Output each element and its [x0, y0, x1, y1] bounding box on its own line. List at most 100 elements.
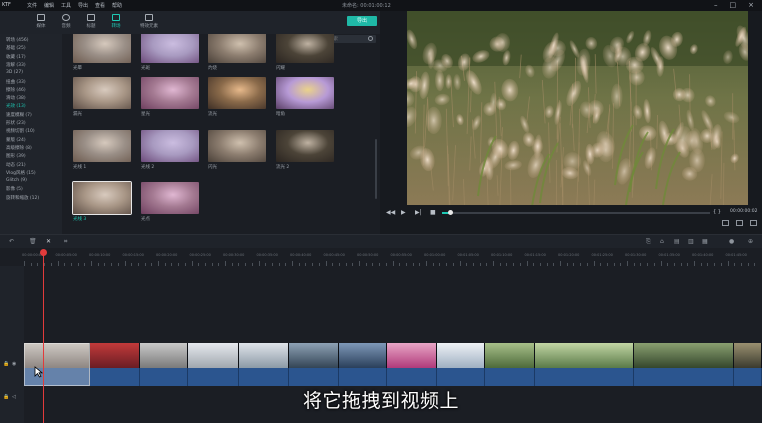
video-clip[interactable]: [734, 343, 762, 368]
category-item[interactable]: 擦除 (46): [6, 87, 26, 93]
minimize-icon[interactable]: –: [714, 1, 718, 9]
tab-audio[interactable]: 音频: [55, 12, 77, 33]
audio-clip[interactable]: [188, 368, 239, 386]
category-item[interactable]: 基础 (25): [6, 45, 26, 51]
category-item[interactable]: 动态 (21): [6, 162, 26, 168]
transition-thumbnail[interactable]: [141, 34, 199, 63]
video-clip[interactable]: [90, 343, 140, 368]
audio-clip[interactable]: [535, 368, 634, 386]
category-item[interactable]: 滑动 (38): [6, 95, 26, 101]
maximize-icon[interactable]: □: [730, 1, 737, 9]
split-icon[interactable]: ▤: [674, 238, 680, 245]
category-item[interactable]: 溶解 (33): [6, 62, 26, 68]
audio-clip[interactable]: [140, 368, 188, 386]
scrubber-handle[interactable]: [448, 210, 454, 215]
crop-icon[interactable]: ⌗: [64, 238, 67, 246]
undo-icon[interactable]: ↶: [9, 238, 14, 245]
audio-clip[interactable]: [634, 368, 734, 386]
category-item[interactable]: Vlog风格 (15): [6, 170, 36, 176]
audio-clip[interactable]: [437, 368, 485, 386]
video-clip[interactable]: [634, 343, 734, 368]
transition-thumbnail[interactable]: [276, 34, 334, 63]
category-item[interactable]: 视频切割 (10): [6, 128, 35, 134]
category-item[interactable]: 高级擦除 (8): [6, 145, 32, 151]
transition-thumbnail[interactable]: [141, 182, 199, 214]
menu-tools[interactable]: 工具: [61, 2, 71, 9]
transition-thumbnail[interactable]: [73, 77, 131, 109]
category-item[interactable]: 转场 (456): [6, 37, 29, 43]
category-item[interactable]: 蒙版 (24): [6, 137, 26, 143]
audio-clip[interactable]: [387, 368, 437, 386]
snap-icon[interactable]: ▦: [702, 238, 708, 245]
video-clip[interactable]: [188, 343, 239, 368]
video-clip[interactable]: [289, 343, 339, 368]
transition-thumbnail[interactable]: [276, 130, 334, 162]
audio-track[interactable]: [24, 368, 762, 386]
zoom-out-icon[interactable]: ●: [729, 238, 734, 245]
category-item[interactable]: 形状 (23): [6, 120, 26, 126]
video-clip[interactable]: [339, 343, 387, 368]
render-icon[interactable]: ⎘: [646, 238, 651, 246]
video-clip[interactable]: [140, 343, 188, 368]
marker-icon[interactable]: { }: [713, 209, 721, 215]
category-item[interactable]: 扭曲 (33): [6, 79, 26, 85]
playback-scrubber[interactable]: [442, 210, 710, 215]
tab-transition[interactable]: 转场: [105, 12, 127, 33]
library-scrollbar[interactable]: [375, 139, 377, 199]
category-item[interactable]: 影像 (5): [6, 186, 23, 192]
marker-add-icon[interactable]: ⌂: [660, 238, 664, 245]
video-clip[interactable]: [387, 343, 437, 368]
transition-thumbnail[interactable]: [208, 34, 266, 63]
category-item[interactable]: 旋转和缩放 (12): [6, 195, 39, 201]
category-item[interactable]: Glitch (9): [6, 178, 27, 183]
video-track-eye-icon[interactable]: ◉: [12, 361, 16, 367]
play-icon[interactable]: ▶: [401, 209, 406, 216]
display-icon[interactable]: [722, 220, 729, 226]
menu-file[interactable]: 文件: [27, 2, 37, 9]
tab-title[interactable]: 标题: [80, 12, 102, 33]
audio-clip[interactable]: [734, 368, 762, 386]
video-clip[interactable]: [239, 343, 289, 368]
video-preview[interactable]: [407, 11, 748, 205]
transition-thumbnail[interactable]: [73, 130, 131, 162]
video-track-lock-icon[interactable]: 🔒: [3, 361, 9, 367]
menu-view[interactable]: 查看: [95, 2, 105, 9]
zoom-in-icon[interactable]: ⊕: [748, 238, 753, 245]
export-button[interactable]: 导出: [347, 16, 377, 26]
prev-frame-icon[interactable]: ◀◀: [386, 209, 395, 216]
transition-thumbnail[interactable]: [208, 130, 266, 162]
close-icon[interactable]: ×: [748, 1, 754, 9]
menu-edit[interactable]: 编辑: [44, 2, 54, 9]
transition-thumbnail[interactable]: [208, 77, 266, 109]
video-clip[interactable]: [437, 343, 485, 368]
cut-icon[interactable]: ✕: [46, 238, 51, 245]
dragged-transition-ghost[interactable]: [24, 343, 90, 386]
transition-thumbnail[interactable]: [141, 130, 199, 162]
tab-effects[interactable]: 特效元素: [134, 12, 164, 33]
menu-help[interactable]: 帮助: [112, 2, 122, 9]
video-track[interactable]: [24, 343, 762, 368]
stop-icon[interactable]: ■: [430, 209, 436, 216]
transition-thumbnail[interactable]: [276, 77, 334, 109]
video-clip[interactable]: [535, 343, 634, 368]
audio-clip[interactable]: [339, 368, 387, 386]
audio-clip[interactable]: [90, 368, 140, 386]
next-frame-icon[interactable]: ▶|: [415, 209, 422, 216]
category-item[interactable]: 速度模糊 (7): [6, 112, 32, 118]
category-item[interactable]: 3D (27): [6, 70, 23, 75]
transition-thumbnail[interactable]: [141, 77, 199, 109]
playhead-handle[interactable]: [40, 249, 47, 256]
transition-thumbnail[interactable]: [72, 181, 132, 215]
audio-clip[interactable]: [239, 368, 289, 386]
detach-icon[interactable]: ▥: [688, 238, 694, 245]
category-item[interactable]: 光效 (13): [6, 103, 26, 109]
volume-icon[interactable]: [750, 220, 757, 226]
video-clip[interactable]: [485, 343, 535, 368]
tab-media[interactable]: 媒体: [30, 12, 52, 33]
menu-export[interactable]: 导出: [78, 2, 88, 9]
timeline-ruler[interactable]: 00:00:00:00 00:00:05:00 00:00:10:00 00:00:1…: [0, 248, 762, 266]
snapshot-icon[interactable]: [736, 220, 743, 226]
delete-icon[interactable]: 🗑: [29, 238, 37, 245]
category-item[interactable]: 图形 (39): [6, 153, 26, 159]
audio-clip[interactable]: [485, 368, 535, 386]
